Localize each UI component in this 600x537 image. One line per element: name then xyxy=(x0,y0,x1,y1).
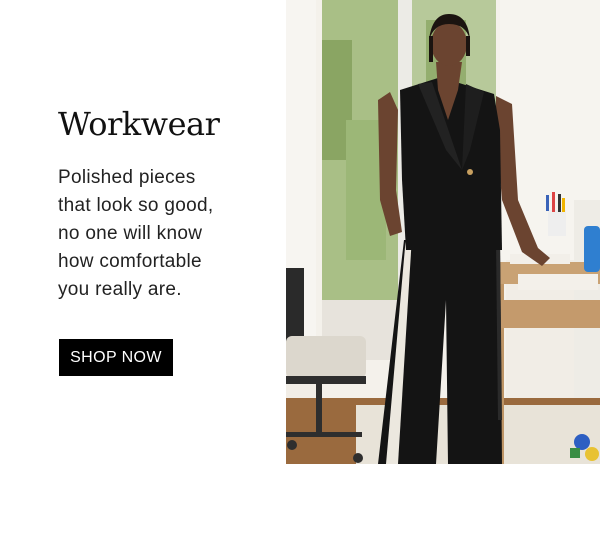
promo-body-copy: Polished pieces that look so good, no on… xyxy=(58,167,214,300)
promo-headline: Workwear xyxy=(58,105,220,143)
promo-text-block: Workwear Polished pieces that look so go… xyxy=(58,104,278,304)
shop-now-button[interactable]: SHOP NOW xyxy=(59,339,173,376)
hero-photo-illustration xyxy=(286,0,600,464)
hero-photo[interactable] xyxy=(286,0,600,464)
